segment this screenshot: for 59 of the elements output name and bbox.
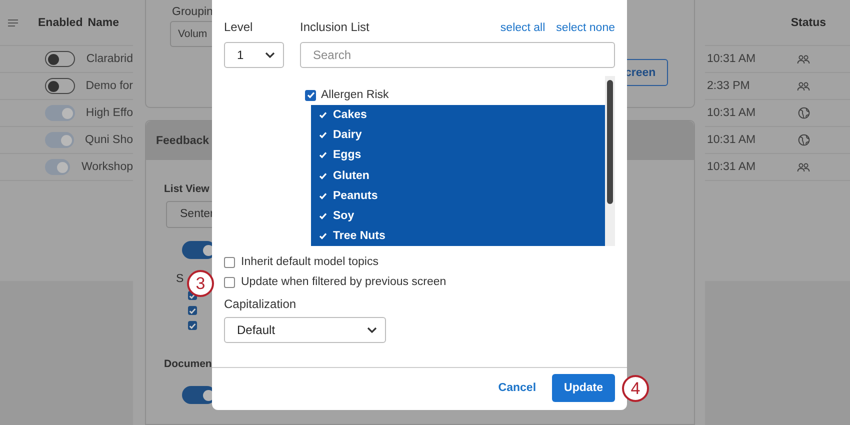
search-field[interactable]: Search (300, 42, 615, 68)
field-label: Inclusion List (300, 20, 370, 34)
field-label: Groupin (172, 6, 213, 18)
table-cell: 10:31 AM (707, 134, 756, 146)
column-header: Name (88, 16, 120, 28)
toggle-switch[interactable] (45, 132, 74, 148)
chevron-down-icon (265, 52, 275, 58)
table-cell: Workshop (81, 161, 133, 173)
field-label: List View (164, 183, 210, 195)
table-cell: 10:31 AM (707, 53, 756, 65)
field-label: S (176, 273, 184, 285)
table-cell: Demo for (86, 80, 133, 92)
table-cell: 10:31 AM (707, 161, 756, 173)
toggle-switch[interactable] (45, 159, 70, 175)
tree-item[interactable]: Eggs (311, 145, 605, 166)
level-select[interactable]: 1 (224, 42, 284, 68)
tree-item[interactable]: Dairy (311, 125, 605, 146)
table-cell: Quni Sho (85, 134, 133, 146)
checkbox-label: Update when filtered by previous screen (241, 276, 446, 288)
toggle-switch[interactable] (45, 105, 75, 121)
column-header: Status (790, 16, 826, 28)
field-label: Documen (164, 358, 212, 370)
globe-icon (798, 134, 810, 146)
select-none-link[interactable]: select none (556, 22, 615, 34)
toggle-switch[interactable] (45, 78, 75, 94)
tree-item[interactable]: Gluten (311, 166, 605, 186)
chevron-down-icon (367, 327, 377, 333)
checkbox[interactable] (317, 130, 328, 141)
checkbox[interactable] (188, 321, 197, 330)
menu-icon[interactable] (8, 18, 18, 26)
people-icon (797, 162, 810, 172)
update-button[interactable]: Update (552, 374, 615, 402)
column-header: Enabled (38, 16, 83, 28)
checkbox[interactable] (224, 276, 235, 288)
checkbox[interactable] (317, 110, 328, 121)
people-icon (797, 54, 810, 64)
checkbox[interactable] (188, 306, 197, 315)
people-icon (797, 82, 810, 90)
checkbox[interactable] (224, 256, 235, 268)
checkbox[interactable] (305, 90, 316, 101)
table-cell: 10:31 AM (707, 107, 756, 119)
tree-item[interactable]: Soy (311, 206, 605, 226)
capitalization-select[interactable]: Default (224, 317, 386, 343)
globe-icon (798, 107, 810, 119)
tree-item[interactable]: Tree Nuts (311, 226, 605, 246)
tree-item[interactable]: Peanuts (311, 186, 605, 206)
checkbox[interactable] (317, 150, 328, 161)
tree-item[interactable]: Cakes (311, 105, 605, 126)
card-title: Feedback (156, 134, 210, 146)
table-cell: 2:33 PM (707, 80, 750, 92)
cancel-button[interactable]: Cancel (498, 382, 536, 394)
field-label: Level (224, 20, 253, 34)
field-label: Capitalization (224, 297, 296, 311)
toggle-switch[interactable] (45, 51, 76, 67)
checkbox-label: Inherit default model topics (241, 256, 378, 268)
select-all-link[interactable]: select all (500, 22, 546, 34)
table-cell: Clarabrid (86, 53, 133, 65)
scrollbar[interactable] (605, 76, 615, 246)
table-cell: High Effo (86, 107, 133, 119)
